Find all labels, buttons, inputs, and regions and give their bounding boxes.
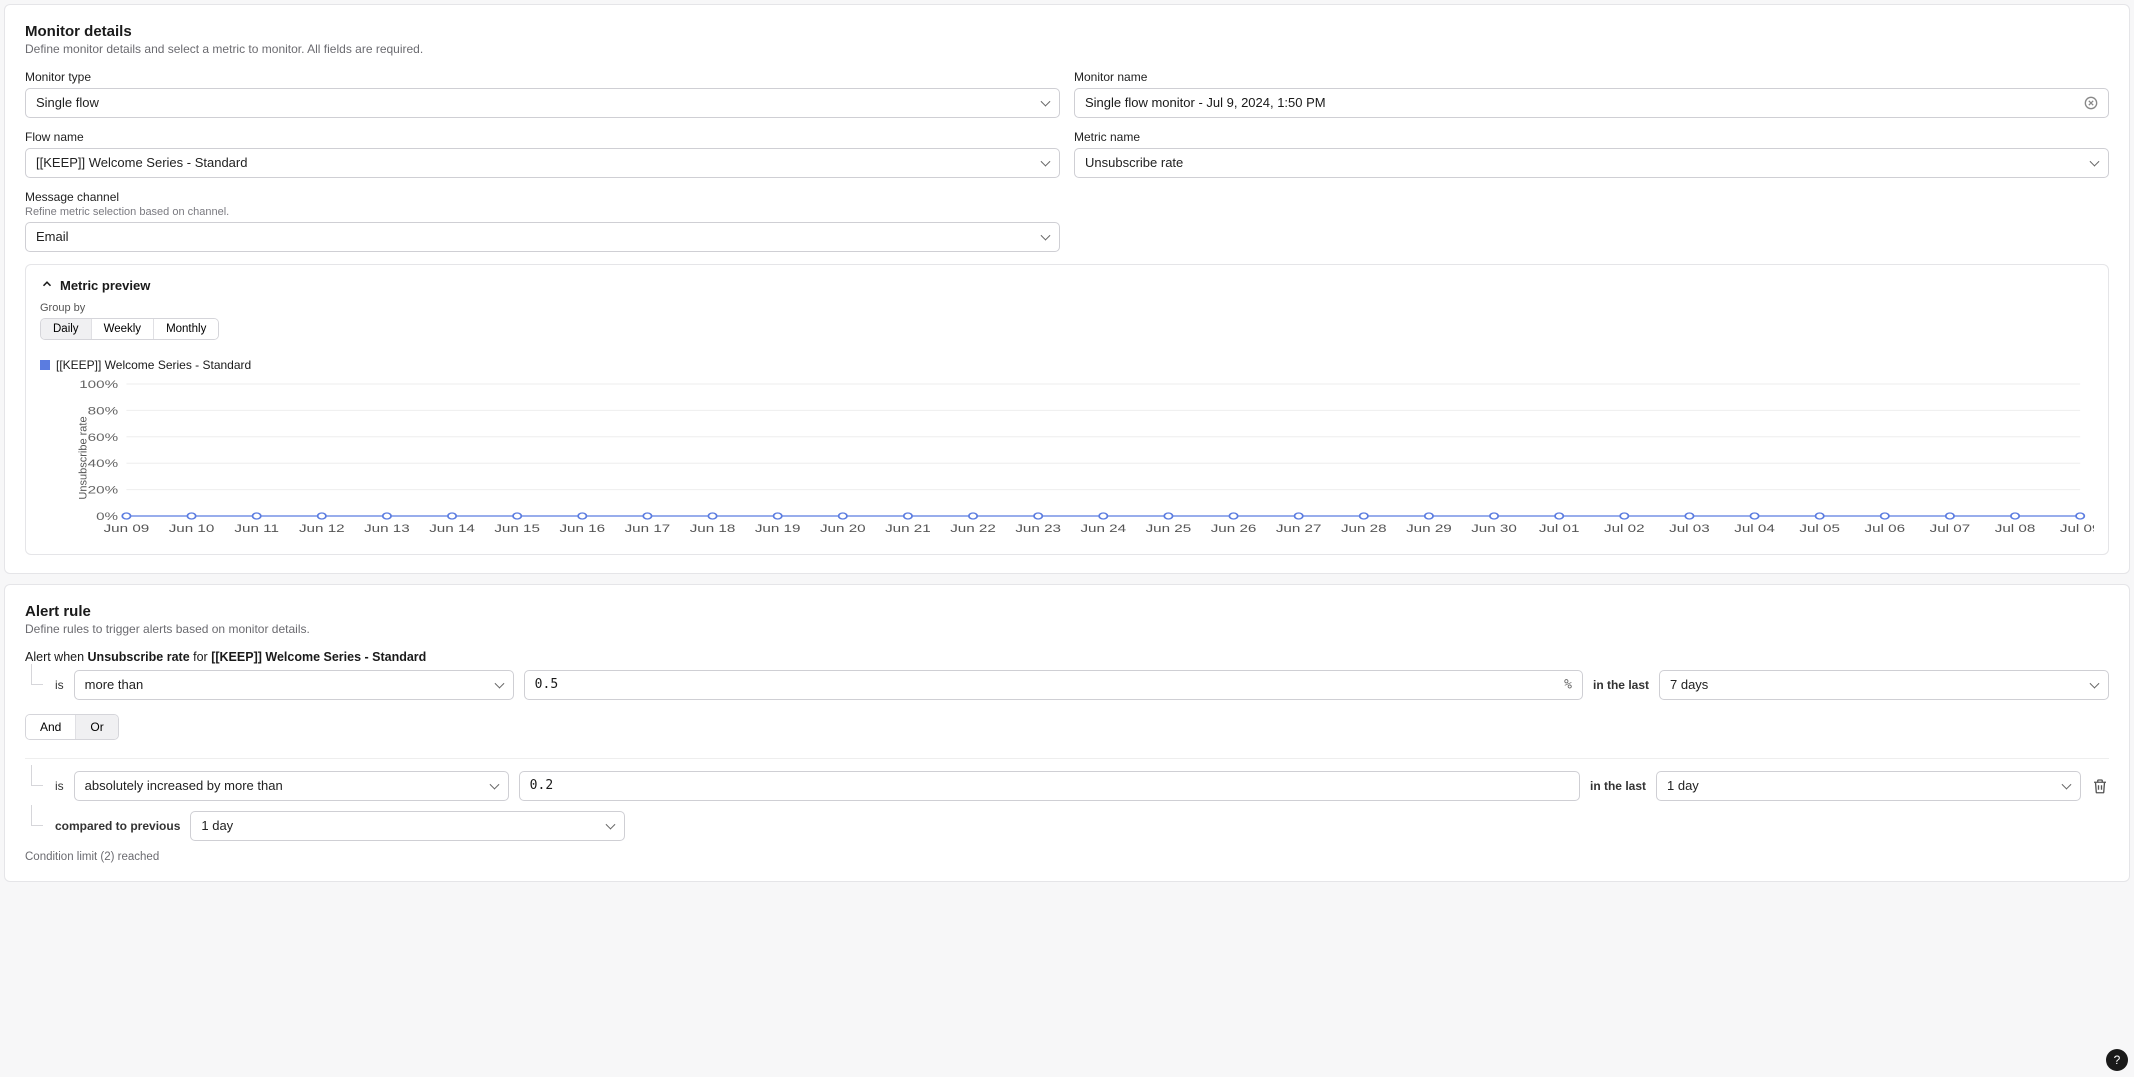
group-by-weekly[interactable]: Weekly — [92, 319, 155, 339]
time-window-select-2[interactable]: 1 day — [1656, 771, 2081, 801]
monitor-type-select[interactable]: Single flow — [25, 88, 1060, 118]
chevron-up-icon — [40, 277, 54, 294]
svg-text:Jul 04: Jul 04 — [1734, 522, 1775, 534]
svg-text:Jul 09: Jul 09 — [2060, 522, 2094, 534]
svg-text:Jun 18: Jun 18 — [690, 522, 736, 534]
and-button[interactable]: And — [26, 715, 76, 739]
svg-text:Jun 11: Jun 11 — [234, 522, 279, 534]
svg-text:Jun 23: Jun 23 — [1015, 522, 1061, 534]
legend-swatch — [40, 360, 50, 370]
monitor-type-label: Monitor type — [25, 70, 1060, 84]
svg-text:Jun 20: Jun 20 — [820, 522, 866, 534]
monitor-name-label: Monitor name — [1074, 70, 2109, 84]
group-by-segmented: Daily Weekly Monthly — [40, 318, 219, 340]
trash-icon[interactable] — [2091, 777, 2109, 795]
svg-text:Jun 28: Jun 28 — [1341, 522, 1387, 534]
operator-select-2[interactable]: absolutely increased by more than — [74, 771, 509, 801]
svg-text:Jun 25: Jun 25 — [1146, 522, 1192, 534]
message-channel-hint: Refine metric selection based on channel… — [25, 206, 1060, 218]
compared-label: compared to previous — [55, 819, 180, 833]
group-by-label: Group by — [40, 302, 2094, 314]
help-button[interactable]: ? — [2106, 1049, 2128, 1071]
svg-text:60%: 60% — [88, 431, 119, 443]
threshold-input[interactable]: 0.5 % — [524, 670, 1583, 700]
condition-limit-note: Condition limit (2) reached — [25, 851, 2109, 863]
and-or-toggle: And Or — [25, 714, 119, 740]
svg-text:Jul 05: Jul 05 — [1799, 522, 1840, 534]
is-label: is — [55, 678, 64, 692]
svg-text:Jul 07: Jul 07 — [1930, 522, 1971, 534]
is-label: is — [55, 779, 64, 793]
monitor-details-card: Monitor details Define monitor details a… — [4, 4, 2130, 574]
operator-select[interactable]: more than — [74, 670, 514, 700]
svg-text:80%: 80% — [88, 404, 119, 416]
metric-name-label: Metric name — [1074, 130, 2109, 144]
message-channel-select[interactable]: Email — [25, 222, 1060, 252]
condition-row-2: is absolutely increased by more than 0.2… — [25, 771, 2109, 801]
svg-text:Jun 29: Jun 29 — [1406, 522, 1452, 534]
monitor-name-input[interactable]: Single flow monitor - Jul 9, 2024, 1:50 … — [1074, 88, 2109, 118]
compared-previous-select[interactable]: 1 day — [190, 811, 625, 841]
metric-preview-toggle[interactable]: Metric preview — [40, 277, 2094, 294]
threshold-input-2[interactable]: 0.2 — [519, 771, 1580, 801]
flow-name-label: Flow name — [25, 130, 1060, 144]
chart-legend: [[KEEP]] Welcome Series - Standard — [40, 358, 2094, 372]
svg-text:Jun 15: Jun 15 — [494, 522, 540, 534]
svg-text:Jun 22: Jun 22 — [950, 522, 996, 534]
y-axis-label: Unsubscribe rate — [78, 416, 90, 499]
svg-text:Jun 09: Jun 09 — [104, 522, 150, 534]
flow-name-select[interactable]: [[KEEP]] Welcome Series - Standard — [25, 148, 1060, 178]
svg-text:Jun 30: Jun 30 — [1471, 522, 1517, 534]
time-window-select[interactable]: 7 days — [1659, 670, 2109, 700]
svg-text:20%: 20% — [88, 484, 119, 496]
monitor-details-subtitle: Define monitor details and select a metr… — [25, 42, 2109, 56]
svg-text:40%: 40% — [88, 457, 119, 469]
svg-text:Jul 03: Jul 03 — [1669, 522, 1710, 534]
alert-rule-title: Alert rule — [25, 603, 2109, 620]
metric-preview-panel: Metric preview Group by Daily Weekly Mon… — [25, 264, 2109, 555]
svg-text:100%: 100% — [79, 378, 118, 390]
monitor-details-title: Monitor details — [25, 23, 2109, 40]
svg-text:0%: 0% — [96, 510, 118, 522]
group-by-daily[interactable]: Daily — [41, 319, 92, 339]
svg-text:Jun 26: Jun 26 — [1211, 522, 1257, 534]
svg-text:Jul 02: Jul 02 — [1604, 522, 1645, 534]
clear-icon[interactable] — [2084, 96, 2098, 110]
svg-text:Jun 21: Jun 21 — [885, 522, 931, 534]
svg-text:Jul 01: Jul 01 — [1539, 522, 1580, 534]
or-button[interactable]: Or — [76, 715, 117, 739]
in-last-label: in the last — [1590, 779, 1646, 793]
svg-text:Jun 16: Jun 16 — [559, 522, 605, 534]
alert-lead-sentence: Alert when Unsubscribe rate for [[KEEP]]… — [25, 650, 2109, 664]
group-by-monthly[interactable]: Monthly — [154, 319, 218, 339]
svg-text:Jun 12: Jun 12 — [299, 522, 345, 534]
metric-chart: Unsubscribe rate 0% 20% 40% 60% 80% 100% Jun 0… — [60, 378, 2094, 538]
svg-text:Jun 13: Jun 13 — [364, 522, 410, 534]
svg-text:Jun 19: Jun 19 — [755, 522, 801, 534]
alert-rule-subtitle: Define rules to trigger alerts based on … — [25, 622, 2109, 636]
condition-row-1: is more than 0.5 % in the last 7 days — [25, 670, 2109, 700]
svg-text:Jun 10: Jun 10 — [169, 522, 215, 534]
message-channel-label: Message channel — [25, 190, 1060, 204]
metric-name-select[interactable]: Unsubscribe rate — [1074, 148, 2109, 178]
compared-row: compared to previous 1 day — [25, 811, 2109, 841]
svg-text:Jun 27: Jun 27 — [1276, 522, 1322, 534]
svg-text:Jul 08: Jul 08 — [1995, 522, 2036, 534]
in-last-label: in the last — [1593, 678, 1649, 692]
alert-rule-card: Alert rule Define rules to trigger alert… — [4, 584, 2130, 882]
svg-text:Jun 17: Jun 17 — [625, 522, 671, 534]
svg-text:Jun 24: Jun 24 — [1080, 522, 1126, 534]
svg-text:Jul 06: Jul 06 — [1864, 522, 1905, 534]
svg-text:Jun 14: Jun 14 — [429, 522, 475, 534]
